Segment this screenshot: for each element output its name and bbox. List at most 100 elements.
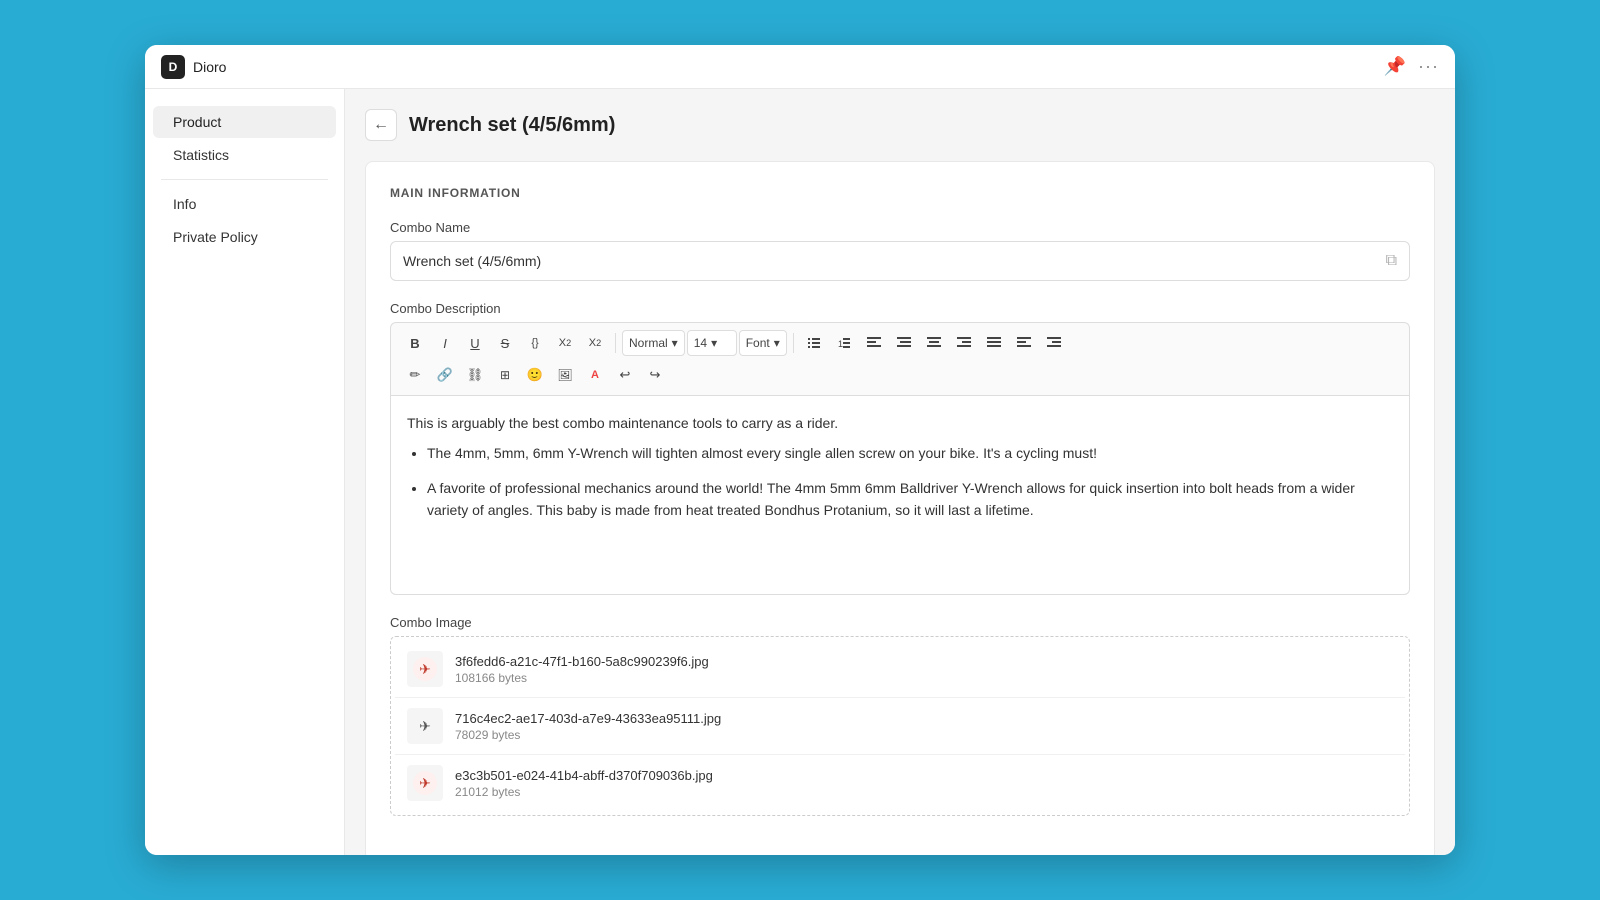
airplane-icon-3: ✈ (411, 769, 439, 797)
combo-description-label: Combo Description (390, 301, 1410, 316)
svg-text:✈: ✈ (419, 775, 431, 791)
style-select[interactable]: Normal ▾ (622, 330, 685, 356)
editor-intro: This is arguably the best combo maintena… (407, 412, 1393, 434)
align-indent-button[interactable] (890, 329, 918, 357)
content-area: Product Statistics Info Private Policy (145, 89, 1455, 855)
back-button[interactable]: ← (365, 109, 397, 141)
italic-button[interactable]: I (431, 329, 459, 357)
indent-icon (1017, 337, 1031, 349)
indent-button[interactable] (1010, 329, 1038, 357)
combo-name-field: Combo Name Wrench set (4/5/6mm) ⧉ (390, 220, 1410, 281)
image-name-3: e3c3b501-e024-41b4-abff-d370f709036b.jpg (455, 768, 1393, 783)
code-button[interactable]: {} (521, 329, 549, 357)
bold-button[interactable]: B (401, 329, 429, 357)
image-thumb-1: ✈ (407, 651, 443, 687)
editor-content[interactable]: This is arguably the best combo maintena… (390, 395, 1410, 595)
sidebar-divider (161, 179, 328, 180)
font-select-value: Font (746, 336, 770, 350)
more-menu-icon[interactable]: ··· (1418, 56, 1439, 77)
highlight-button[interactable]: A (581, 361, 609, 389)
back-arrow-icon: ← (373, 116, 389, 134)
pin-icon[interactable]: 📌 (1384, 56, 1406, 77)
image-item-3: ✈ e3c3b501-e024-41b4-abff-d370f709036b.j… (395, 755, 1405, 811)
main-info-section-title: MAIN INFORMATION (390, 186, 1410, 200)
page-title: Wrench set (4/5/6mm) (409, 114, 615, 137)
font-select-arrow: ▾ (774, 336, 780, 350)
combo-name-input[interactable]: Wrench set (4/5/6mm) ⧉ (390, 241, 1410, 281)
font-size-value: 14 (694, 336, 707, 350)
toolbar-divider-2 (793, 333, 794, 353)
align-center-button[interactable] (920, 329, 948, 357)
align-right-icon (957, 337, 971, 349)
sidebar-group-main: Product Statistics (145, 106, 344, 171)
image-upload-area[interactable]: ✈ 3f6fedd6-a21c-47f1-b160-5a8c990239f6.j… (390, 636, 1410, 816)
undo-button[interactable]: ↩ (611, 361, 639, 389)
svg-text:✈: ✈ (419, 661, 431, 677)
redo-button[interactable]: ↪ (641, 361, 669, 389)
subscript-button[interactable]: X2 (581, 329, 609, 357)
combo-description-field: Combo Description B I U S {} X2 X2 (390, 301, 1410, 595)
image-thumb-3: ✈ (407, 765, 443, 801)
titlebar: D Dioro 📌 ··· (145, 45, 1455, 89)
image-size-2: 78029 bytes (455, 728, 1393, 742)
align-right-button[interactable] (950, 329, 978, 357)
toolbar-row-1: B I U S {} X2 X2 Normal (401, 329, 1399, 357)
unlink-button[interactable]: ⛓ (461, 361, 489, 389)
align-indent-icon (897, 337, 911, 349)
sidebar-item-product[interactable]: Product (153, 106, 336, 138)
image-item-2: ✈ 716c4ec2-ae17-403d-a7e9-43633ea95111.j… (395, 698, 1405, 755)
combo-name-label: Combo Name (390, 220, 1410, 235)
sidebar-item-info[interactable]: Info (153, 188, 336, 220)
align-left-button[interactable] (860, 329, 888, 357)
copy-icon: ⧉ (1386, 252, 1397, 270)
font-size-select[interactable]: 14 ▾ (687, 330, 737, 356)
justify-button[interactable] (980, 329, 1008, 357)
editor-bullet-2: A favorite of professional mechanics aro… (427, 477, 1393, 522)
style-select-arrow: ▾ (672, 336, 678, 350)
unordered-list-button[interactable] (800, 329, 828, 357)
image-info-1: 3f6fedd6-a21c-47f1-b160-5a8c990239f6.jpg… (455, 654, 1393, 685)
image-size-3: 21012 bytes (455, 785, 1393, 799)
editor-toolbar: B I U S {} X2 X2 Normal (390, 322, 1410, 395)
font-size-arrow: ▾ (711, 336, 717, 350)
ordered-list-button[interactable]: 1. (830, 329, 858, 357)
align-left-icon (867, 337, 881, 349)
underline-button[interactable]: U (461, 329, 489, 357)
image-button[interactable]: 🖼 (551, 361, 579, 389)
titlebar-actions: 📌 ··· (1384, 56, 1439, 77)
image-info-3: e3c3b501-e024-41b4-abff-d370f709036b.jpg… (455, 768, 1393, 799)
image-name-1: 3f6fedd6-a21c-47f1-b160-5a8c990239f6.jpg (455, 654, 1393, 669)
toolbar-divider-1 (615, 333, 616, 353)
image-name-2: 716c4ec2-ae17-403d-a7e9-43633ea95111.jpg (455, 711, 1393, 726)
app-logo: D (161, 55, 185, 79)
ol-icon: 1. (837, 336, 851, 350)
airplane-icon-1: ✈ (411, 655, 439, 683)
link-button[interactable]: 🔗 (431, 361, 459, 389)
ul-icon (807, 336, 821, 350)
image-info-2: 716c4ec2-ae17-403d-a7e9-43633ea95111.jpg… (455, 711, 1393, 742)
sidebar: Product Statistics Info Private Policy (145, 89, 345, 855)
sidebar-group-secondary: Info Private Policy (145, 188, 344, 253)
outdent-icon (1047, 337, 1061, 349)
strikethrough-button[interactable]: S (491, 329, 519, 357)
svg-text:✈: ✈ (419, 718, 431, 734)
sidebar-item-private-policy[interactable]: Private Policy (153, 221, 336, 253)
justify-icon (987, 337, 1001, 349)
main-info-card: MAIN INFORMATION Combo Name Wrench set (… (365, 161, 1435, 855)
app-window: D Dioro 📌 ··· Product Statistics Info (145, 45, 1455, 855)
table-button[interactable]: ⊞ (491, 361, 519, 389)
app-name: Dioro (193, 59, 226, 75)
style-select-value: Normal (629, 336, 668, 350)
image-thumb-2: ✈ (407, 708, 443, 744)
superscript-button[interactable]: X2 (551, 329, 579, 357)
editor-bullet-1: The 4mm, 5mm, 6mm Y-Wrench will tighten … (427, 442, 1393, 464)
emoji-button[interactable]: 🙂 (521, 361, 549, 389)
font-select[interactable]: Font ▾ (739, 330, 787, 356)
combo-image-field: Combo Image ✈ 3f6fedd6-a21c-47f (390, 615, 1410, 816)
sidebar-item-statistics[interactable]: Statistics (153, 139, 336, 171)
outdent-button[interactable] (1040, 329, 1068, 357)
pencil-button[interactable]: ✏ (401, 361, 429, 389)
toolbar-row-2: ✏ 🔗 ⛓ ⊞ 🙂 🖼 A ↩ ↪ (401, 361, 1399, 389)
image-item-1: ✈ 3f6fedd6-a21c-47f1-b160-5a8c990239f6.j… (395, 641, 1405, 698)
combo-name-value: Wrench set (4/5/6mm) (403, 253, 541, 269)
